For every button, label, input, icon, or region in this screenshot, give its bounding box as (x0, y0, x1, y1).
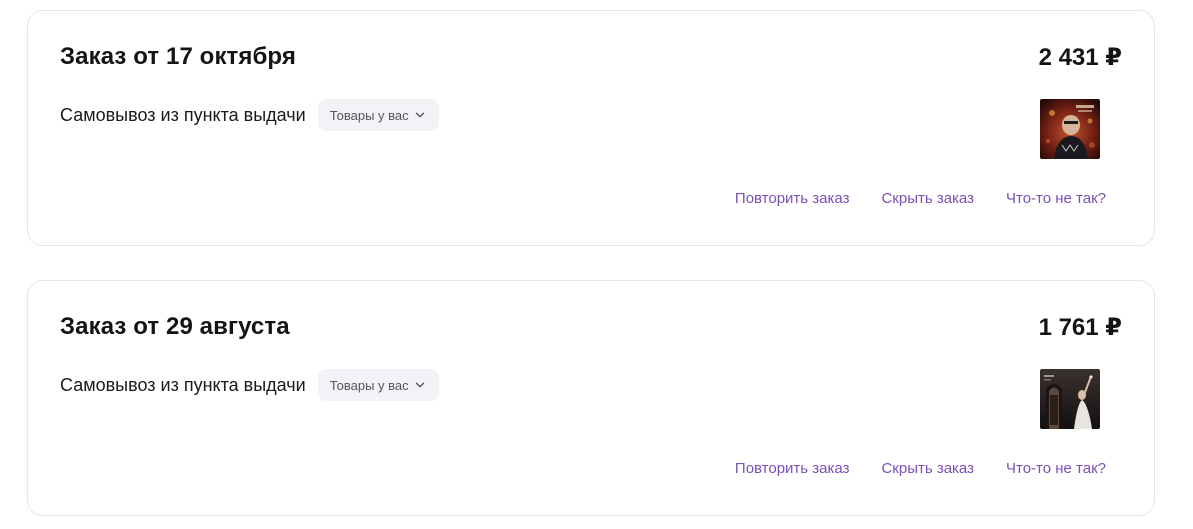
product-thumbnail[interactable] (1040, 369, 1100, 429)
items-status-label: Товары у вас (329, 107, 409, 123)
delivery-method: Самовывоз из пункта выдачи (60, 374, 306, 395)
report-problem-link[interactable]: Что-то не так? (1006, 190, 1106, 207)
order-price: 2 431 ₽ (1038, 44, 1122, 71)
order-actions: Повторить заказ Скрыть заказ Что-то не т… (735, 190, 1106, 207)
order-title: Заказ от 17 октября (60, 43, 296, 70)
delivery-method: Самовывоз из пункта выдачи (60, 104, 306, 125)
delivery-row: Самовывоз из пункта выдачи Товары у вас (60, 369, 439, 401)
order-card: Заказ от 17 октября 2 431 ₽ Самовывоз из… (27, 10, 1155, 246)
order-price: 1 761 ₽ (1038, 314, 1122, 341)
hide-order-link[interactable]: Скрыть заказ (881, 460, 974, 477)
repeat-order-link[interactable]: Повторить заказ (735, 460, 850, 477)
order-actions: Повторить заказ Скрыть заказ Что-то не т… (735, 460, 1106, 477)
chevron-down-icon (415, 112, 424, 118)
items-status-dropdown[interactable]: Товары у вас (317, 369, 439, 401)
items-status-dropdown[interactable]: Товары у вас (317, 99, 439, 131)
order-title: Заказ от 29 августа (60, 313, 290, 340)
chevron-down-icon (415, 382, 424, 388)
report-problem-link[interactable]: Что-то не так? (1006, 460, 1106, 477)
hide-order-link[interactable]: Скрыть заказ (881, 190, 974, 207)
order-card: Заказ от 29 августа 1 761 ₽ Самовывоз из… (27, 280, 1155, 516)
repeat-order-link[interactable]: Повторить заказ (735, 190, 850, 207)
delivery-row: Самовывоз из пункта выдачи Товары у вас (60, 99, 439, 131)
product-thumbnail[interactable] (1040, 99, 1100, 159)
items-status-label: Товары у вас (329, 377, 409, 393)
